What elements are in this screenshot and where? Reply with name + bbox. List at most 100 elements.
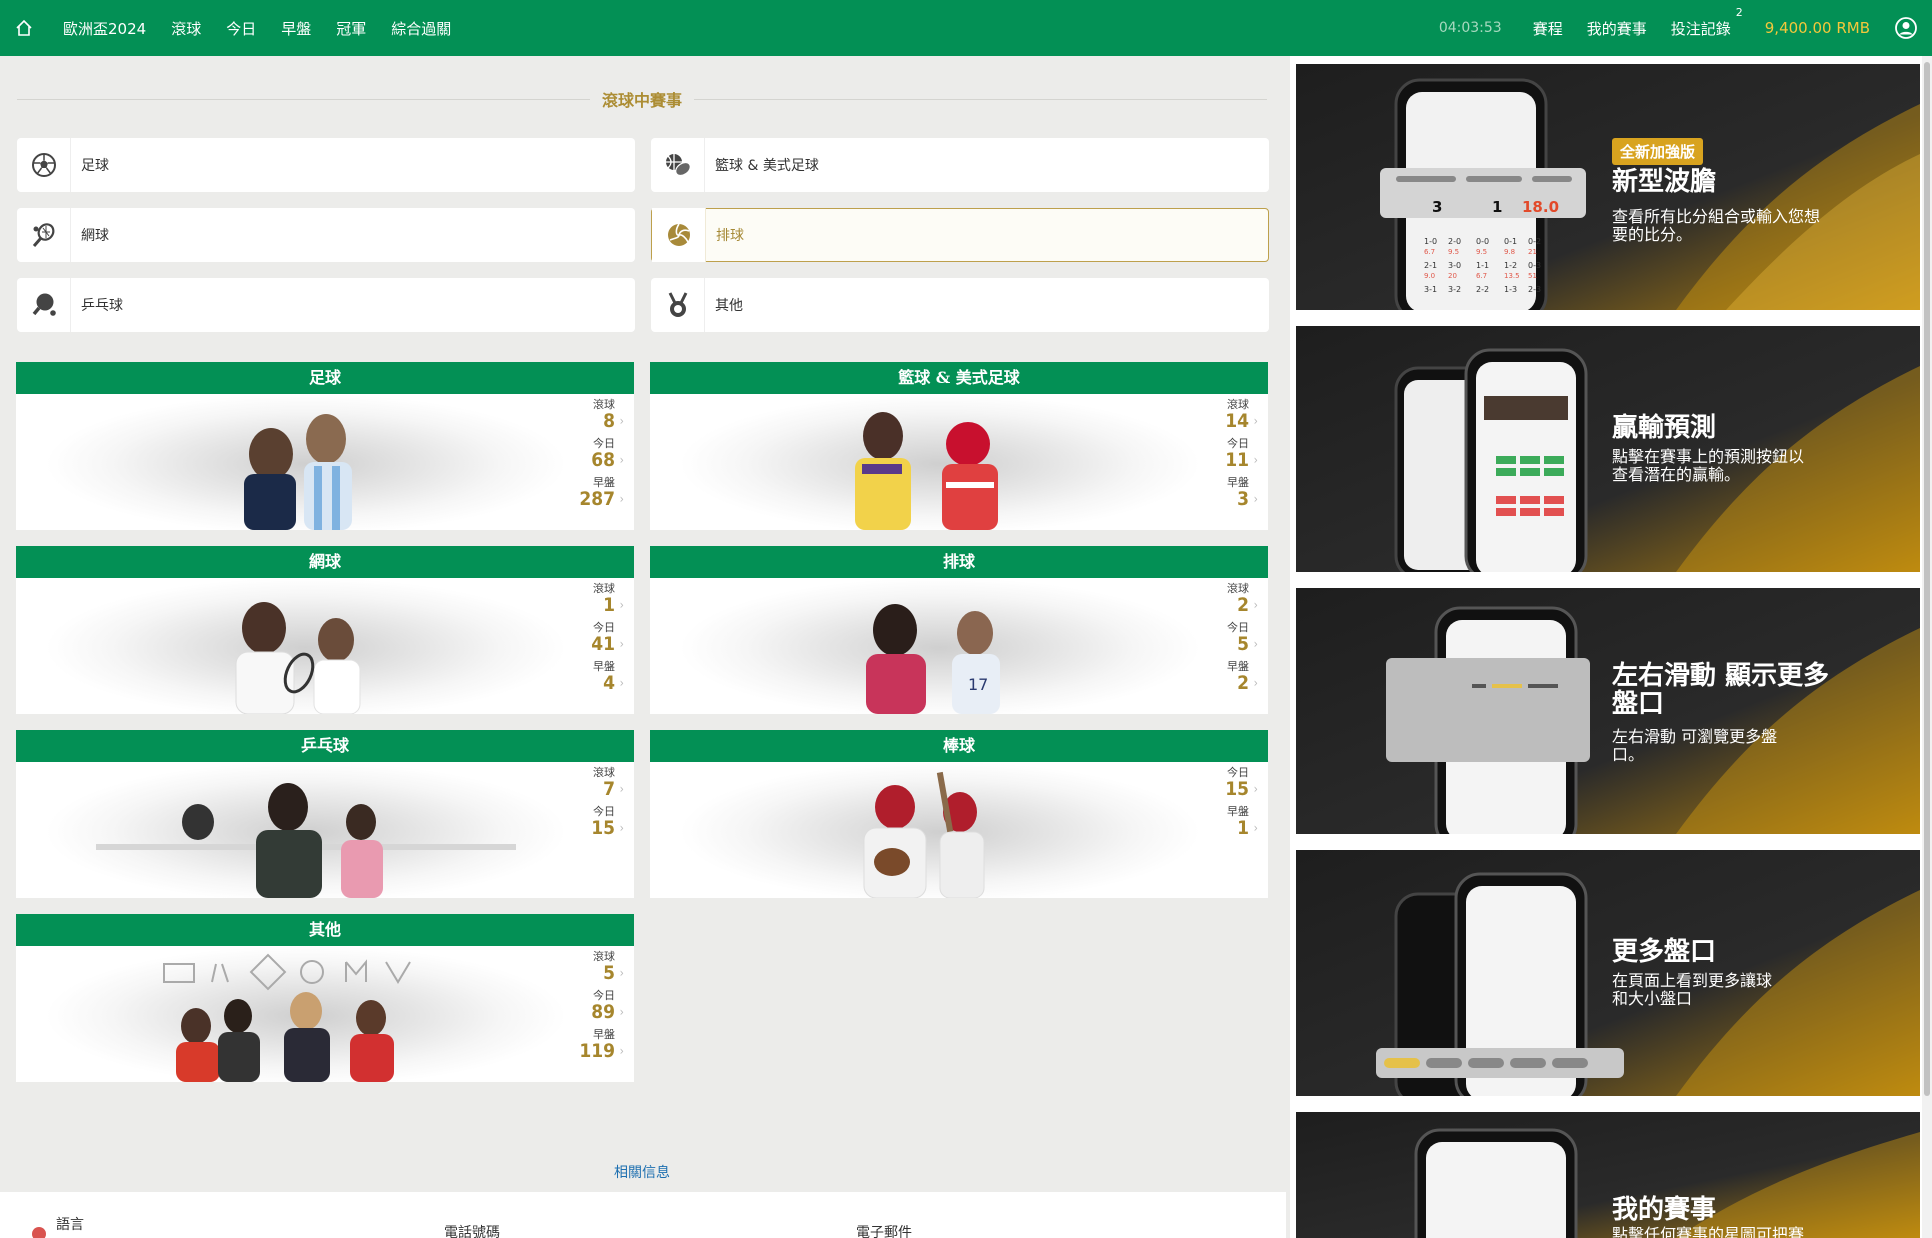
top-nav: 歐洲盃2024 滾球 今日 早盤 冠軍 綜合過關 04:03:53 賽程 我的賽… bbox=[0, 0, 1932, 56]
svg-text:17: 17 bbox=[968, 675, 988, 694]
score-grid-odds: 6.7 bbox=[1424, 248, 1435, 256]
sport-card-title: 網球 bbox=[16, 546, 634, 578]
category-basketball-football[interactable]: 籃球 & 美式足球 bbox=[651, 138, 1269, 192]
sport-card-table-tennis[interactable]: 乒乓球 滾球7 今日15 bbox=[16, 730, 634, 898]
section-title: 滾球中賽事 bbox=[17, 88, 1268, 110]
category-table-tennis[interactable]: 乒乓球 bbox=[17, 278, 635, 332]
count-value[interactable]: 5 bbox=[564, 963, 624, 983]
sport-card-title: 乒乓球 bbox=[16, 730, 634, 762]
language-flag-icon[interactable] bbox=[32, 1227, 46, 1238]
score-odds: 18.0 bbox=[1522, 198, 1559, 216]
sport-card-title: 足球 bbox=[16, 362, 634, 394]
score-grid-odds: 21 bbox=[1528, 248, 1537, 256]
banner-more-markets[interactable]: 更多盤口 在頁面上看到更多讓球和大小盤口 bbox=[1296, 850, 1920, 1096]
count-label: 滾球 bbox=[593, 582, 615, 595]
sport-card-other[interactable]: 其他 滾球5 今日89 早盤119 bbox=[16, 914, 634, 1082]
count-value[interactable]: 7 bbox=[564, 779, 624, 799]
nav-today[interactable]: 今日 bbox=[226, 18, 256, 39]
category-label: 排球 bbox=[716, 228, 744, 244]
banner-title: 更多盤口 bbox=[1612, 937, 1717, 967]
sidebar-scrollbar[interactable] bbox=[1922, 56, 1932, 1238]
nav-bet-history[interactable]: 投注記錄 2 bbox=[1670, 6, 1743, 39]
score-grid-odds: 9.8 bbox=[1504, 248, 1515, 256]
score-home: 3 bbox=[1432, 198, 1442, 216]
sport-card-soccer[interactable]: 足球 滾球8 今日68 早盤287 bbox=[16, 362, 634, 530]
baseball-players-image bbox=[650, 762, 1268, 898]
score-grid-odds: 20 bbox=[1448, 272, 1457, 280]
count-value[interactable]: 4 bbox=[564, 673, 624, 693]
banner-desc: 點擊任何賽事的星圖可把賽 bbox=[1612, 1225, 1805, 1238]
count-value[interactable]: 119 bbox=[564, 1041, 624, 1061]
category-tennis[interactable]: 網球 bbox=[17, 208, 635, 262]
count-value[interactable]: 2 bbox=[1198, 595, 1258, 615]
banner-desc: 左右滑動 可瀏覽更多盤口。 bbox=[1612, 727, 1778, 764]
count-value[interactable]: 11 bbox=[1198, 450, 1258, 470]
count-value[interactable]: 287 bbox=[564, 489, 624, 509]
score-grid-odds: 6.7 bbox=[1476, 272, 1487, 280]
banner-desc: 在頁面上看到更多讓球和大小盤口 bbox=[1612, 971, 1773, 1008]
category-label: 足球 bbox=[81, 158, 109, 174]
nav-early[interactable]: 早盤 bbox=[281, 18, 311, 39]
count-value[interactable]: 68 bbox=[564, 450, 624, 470]
footer-language[interactable]: 語言 bbox=[56, 1214, 84, 1234]
score-grid-score: 0-2 bbox=[1528, 237, 1541, 246]
count-value[interactable]: 5 bbox=[1198, 634, 1258, 654]
category-soccer[interactable]: 足球 bbox=[17, 138, 635, 192]
nav-euro2024[interactable]: 歐洲盃2024 bbox=[63, 18, 146, 39]
nav-inplay[interactable]: 滾球 bbox=[171, 18, 201, 39]
banner-swipe-markets[interactable]: 左右滑動 顯示更多盤口 左右滑動 可瀏覽更多盤口。 bbox=[1296, 588, 1920, 834]
banner-win-loss-prediction[interactable]: 贏輸預測 點擊在賽事上的預測按鈕以查看潛在的贏輸。 bbox=[1296, 326, 1920, 572]
bet-count-badge: 2 bbox=[1735, 5, 1743, 19]
banner-title: 左右滑動 顯示更多盤口 bbox=[1612, 661, 1830, 719]
score-grid-odds: 9.0 bbox=[1424, 272, 1435, 280]
count-value[interactable]: 89 bbox=[564, 1002, 624, 1022]
soccer-players-image bbox=[16, 394, 634, 530]
count-label: 早盤 bbox=[1227, 805, 1249, 818]
count-value[interactable]: 15 bbox=[564, 818, 624, 838]
related-info-link[interactable]: 相關信息 bbox=[614, 1162, 670, 1182]
sport-card-basketball-football[interactable]: 籃球 & 美式足球 滾球14 今日11 早盤3 bbox=[650, 362, 1268, 530]
count-value[interactable]: 15 bbox=[1198, 779, 1258, 799]
banner-desc: 查看所有比分組合或輸入您想要的比分。 bbox=[1612, 207, 1821, 244]
category-other[interactable]: 其他 bbox=[651, 278, 1269, 332]
count-value[interactable]: 14 bbox=[1198, 411, 1258, 431]
score-grid-score: 3-1 bbox=[1424, 285, 1437, 294]
count-label: 早盤 bbox=[1227, 660, 1249, 673]
count-value[interactable]: 41 bbox=[564, 634, 624, 654]
account-icon[interactable] bbox=[1894, 16, 1918, 40]
category-volleyball[interactable]: 排球 bbox=[651, 208, 1269, 262]
sport-card-tennis[interactable]: 網球 滾球1 今日41 早盤4 bbox=[16, 546, 634, 714]
count-value[interactable]: 2 bbox=[1198, 673, 1258, 693]
basketball-football-icon bbox=[665, 154, 691, 177]
category-label: 籃球 & 美式足球 bbox=[715, 158, 819, 174]
nav-my-events[interactable]: 我的賽事 bbox=[1587, 18, 1647, 39]
category-label: 其他 bbox=[715, 298, 743, 314]
home-icon[interactable] bbox=[0, 0, 48, 56]
score-grid-score: 1-1 bbox=[1476, 261, 1489, 270]
count-value[interactable]: 8 bbox=[564, 411, 624, 431]
score-grid-score: 2-2 bbox=[1476, 285, 1489, 294]
bet-history-label: 投注記錄 bbox=[1670, 19, 1731, 38]
scrollbar-thumb[interactable] bbox=[1924, 62, 1930, 1096]
count-value[interactable]: 1 bbox=[564, 595, 624, 615]
count-label: 今日 bbox=[1227, 621, 1249, 634]
count-label: 早盤 bbox=[593, 660, 615, 673]
score-grid-score: 1-0 bbox=[1424, 237, 1437, 246]
count-value[interactable]: 1 bbox=[1198, 818, 1258, 838]
category-label: 網球 bbox=[81, 228, 109, 244]
nav-schedule[interactable]: 賽程 bbox=[1533, 18, 1563, 39]
sport-card-volleyball[interactable]: 排球 17 滾球2 今日5 早盤2 bbox=[650, 546, 1268, 714]
banner-my-events[interactable]: 我的賽事 點擊任何賽事的星圖可把賽 bbox=[1296, 1112, 1920, 1238]
medal-icon bbox=[668, 292, 687, 317]
footer: 語言 電話號碼 電子郵件 bbox=[0, 1192, 1286, 1238]
footer-phone: 電話號碼 bbox=[444, 1225, 500, 1238]
sport-card-baseball[interactable]: 棒球 今日15 早盤1 bbox=[650, 730, 1268, 898]
count-value[interactable]: 3 bbox=[1198, 489, 1258, 509]
tennis-racket-icon bbox=[32, 223, 54, 247]
score-grid-score: 0-0 bbox=[1476, 237, 1489, 246]
nav-parlay[interactable]: 綜合過關 bbox=[391, 18, 451, 39]
score-grid-odds: 9.5 bbox=[1476, 248, 1487, 256]
count-label: 滾球 bbox=[593, 950, 615, 963]
nav-outright[interactable]: 冠軍 bbox=[336, 18, 366, 39]
banner-correct-score[interactable]: 3 1 18.0 1-0 2-0 0-0 0-1 0-2 6.7 9.5 9.5 9.8 21 2-… bbox=[1296, 64, 1920, 310]
